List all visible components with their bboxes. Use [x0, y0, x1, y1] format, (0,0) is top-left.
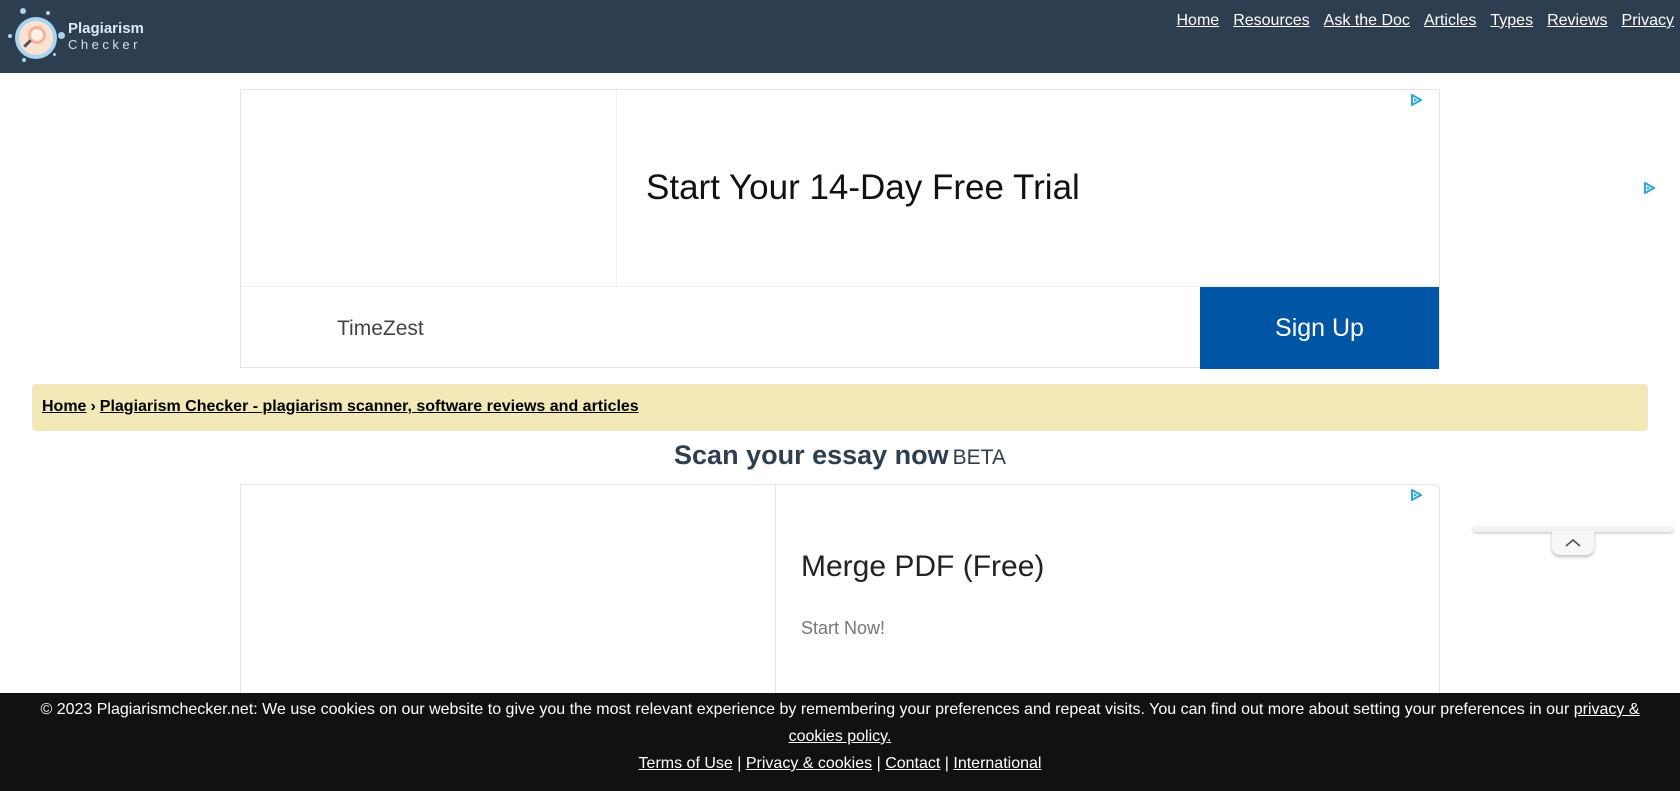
site-logo[interactable]: Plagiarism Checker	[6, 6, 156, 66]
breadcrumb-separator: ›	[90, 398, 96, 415]
adchoices-icon[interactable]	[1409, 93, 1423, 107]
ad-image-area	[241, 485, 776, 723]
terms-of-use-link[interactable]: Terms of Use	[639, 755, 733, 772]
nav-privacy[interactable]: Privacy	[1622, 12, 1674, 30]
ad-headline[interactable]: Merge PDF (Free)	[801, 550, 1044, 584]
ad-footer-row: TimeZest Sign Up	[241, 286, 1439, 369]
link-separator: |	[876, 755, 881, 772]
scan-title: Scan your essay now	[674, 440, 949, 470]
adchoices-icon[interactable]	[1642, 181, 1656, 195]
logo-subtitle: Checker	[68, 37, 141, 52]
nav-types[interactable]: Types	[1490, 12, 1533, 30]
ad-image-area	[241, 90, 617, 286]
cookie-message: © 2023 Plagiarismchecker.net: We use coo…	[40, 701, 1574, 718]
nav-resources[interactable]: Resources	[1233, 12, 1309, 30]
ad-subtext[interactable]: Start Now!	[801, 618, 885, 639]
cookie-notice: © 2023 Plagiarismchecker.net: We use coo…	[0, 693, 1680, 791]
link-separator: |	[737, 755, 742, 772]
site-header: Plagiarism Checker Home Resources Ask th…	[0, 0, 1680, 73]
chevron-up-icon	[1565, 538, 1581, 547]
nav-articles[interactable]: Articles	[1424, 12, 1476, 30]
scan-heading: Scan your essay now BETA	[0, 440, 1680, 471]
breadcrumb-current[interactable]: Plagiarism Checker - plagiarism scanner,…	[100, 398, 639, 415]
breadcrumb: Home › Plagiarism Checker - plagiarism sca…	[32, 384, 1648, 431]
international-link[interactable]: International	[953, 755, 1041, 772]
ad-headline[interactable]: Start Your 14-Day Free Trial	[646, 168, 1080, 208]
breadcrumb-home[interactable]: Home	[42, 398, 86, 415]
logo-title: Plagiarism	[68, 20, 144, 37]
top-ad-banner[interactable]: Start Your 14-Day Free Trial TimeZest Si…	[240, 89, 1440, 369]
ad-advertiser-name[interactable]: TimeZest	[337, 317, 424, 341]
middle-ad-banner[interactable]: Merge PDF (Free) Start Now!	[240, 484, 1440, 724]
link-separator: |	[944, 755, 949, 772]
contact-link[interactable]: Contact	[885, 755, 940, 772]
nav-home[interactable]: Home	[1177, 12, 1220, 30]
adchoices-icon[interactable]	[1409, 488, 1423, 502]
beta-badge: BETA	[952, 446, 1006, 469]
collapse-toggle-button[interactable]	[1552, 531, 1594, 555]
sign-up-button[interactable]: Sign Up	[1200, 287, 1439, 369]
privacy-cookies-link[interactable]: Privacy & cookies	[746, 755, 872, 772]
magnifier-logo-icon	[6, 6, 66, 66]
main-nav: Home Resources Ask the Doc Articles Type…	[1177, 12, 1675, 30]
nav-ask-the-doc[interactable]: Ask the Doc	[1324, 12, 1410, 30]
footer-links: Terms of Use | Privacy & cookies | Conta…	[0, 750, 1680, 777]
nav-reviews[interactable]: Reviews	[1547, 12, 1607, 30]
